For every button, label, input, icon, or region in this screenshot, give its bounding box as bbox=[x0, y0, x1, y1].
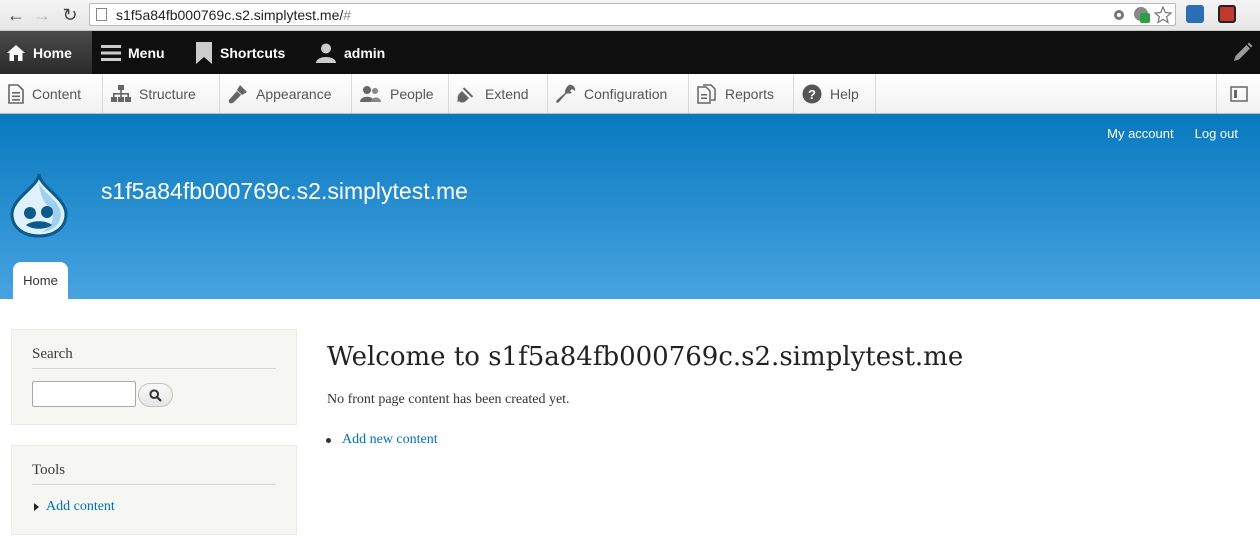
sitemap-icon bbox=[111, 84, 131, 102]
url-host: s1f5a84fb000769c.s2.simplytest.me/ bbox=[116, 7, 344, 23]
wrench-icon bbox=[556, 84, 576, 103]
menu-item-structure-label: Structure bbox=[139, 85, 196, 102]
list-item: Add new content bbox=[326, 432, 438, 448]
pencil-icon bbox=[1234, 42, 1253, 61]
toolbar-user-label: admin bbox=[344, 44, 386, 61]
add-new-content-link[interactable]: Add new content bbox=[342, 432, 438, 448]
menu-item-help-label: Help bbox=[830, 85, 859, 102]
toolbar-shortcuts[interactable]: Shortcuts bbox=[195, 31, 285, 74]
menu-item-configuration[interactable]: Configuration bbox=[548, 74, 689, 113]
tray-orientation-toggle[interactable] bbox=[1216, 74, 1260, 113]
settings-icon[interactable] bbox=[1111, 7, 1127, 23]
search-block: Search bbox=[11, 329, 297, 425]
back-icon[interactable]: ← bbox=[4, 3, 28, 27]
browser-toolbar: ← → ↻ s1f5a84fb000769c.s2.simplytest.me/… bbox=[0, 0, 1260, 31]
tools-block: Tools Add content bbox=[11, 445, 297, 535]
document-icon bbox=[8, 83, 24, 104]
toolbar-user[interactable]: admin bbox=[315, 31, 385, 74]
menu-item-configuration-label: Configuration bbox=[584, 85, 668, 102]
menu-item-reports-label: Reports bbox=[725, 85, 775, 102]
secondary-menu: My account Log out bbox=[1107, 126, 1238, 141]
page-icon bbox=[96, 8, 107, 21]
my-account-link[interactable]: My account bbox=[1107, 126, 1173, 141]
menu-item-reports[interactable]: Reports bbox=[689, 74, 794, 113]
menu-item-extend[interactable]: Extend bbox=[449, 74, 548, 113]
reports-icon bbox=[697, 83, 716, 104]
menu-item-structure[interactable]: Structure bbox=[103, 74, 220, 113]
drupal-drop-logo bbox=[10, 173, 68, 238]
tools-list-item: Add content bbox=[34, 499, 115, 515]
site-header: My account Log out s1f5a84fb000769c.s2.s… bbox=[0, 114, 1260, 299]
page-title: Welcome to s1f5a84fb000769c.s2.simplytes… bbox=[327, 342, 964, 372]
toolbar-home[interactable]: Home bbox=[0, 31, 92, 74]
toolbar-shortcuts-label: Shortcuts bbox=[220, 44, 286, 61]
menu-item-content-label: Content bbox=[32, 85, 82, 102]
tools-block-title: Tools bbox=[32, 462, 276, 485]
user-icon bbox=[316, 43, 336, 63]
bookmark-icon bbox=[196, 41, 212, 64]
url-text[interactable]: s1f5a84fb000769c.s2.simplytest.me/# bbox=[116, 7, 351, 23]
site-name[interactable]: s1f5a84fb000769c.s2.simplytest.me bbox=[101, 178, 468, 205]
star-icon[interactable] bbox=[1154, 6, 1172, 24]
screen-capture-icon[interactable] bbox=[1186, 5, 1204, 23]
people-icon bbox=[360, 85, 381, 102]
menu-item-people[interactable]: People bbox=[352, 74, 449, 113]
search-block-title: Search bbox=[32, 346, 276, 369]
forward-icon[interactable]: → bbox=[30, 3, 54, 27]
menu-item-content[interactable]: Content bbox=[0, 74, 103, 113]
bullet-icon bbox=[326, 437, 331, 443]
svg-text:?: ? bbox=[808, 87, 816, 102]
toolbar-menu-label: Menu bbox=[128, 44, 165, 61]
search-button[interactable] bbox=[138, 383, 173, 407]
search-input[interactable] bbox=[32, 381, 136, 407]
paintbrush-icon bbox=[228, 84, 247, 103]
bullet-arrow-icon bbox=[34, 503, 39, 511]
sidebar-toggle-icon bbox=[1229, 85, 1248, 102]
extension-badge-icon[interactable] bbox=[1133, 6, 1151, 24]
menu-item-appearance-label: Appearance bbox=[256, 85, 332, 102]
menu-item-help[interactable]: ? Help bbox=[794, 74, 876, 113]
edit-mode-button[interactable] bbox=[1224, 31, 1260, 74]
menu-item-appearance[interactable]: Appearance bbox=[220, 74, 352, 113]
admin-toolbar: Home Menu Shortcuts admin bbox=[0, 31, 1260, 74]
url-hash: # bbox=[343, 7, 352, 23]
menu-item-people-label: People bbox=[390, 85, 434, 102]
toolbar-menu[interactable]: Menu bbox=[101, 31, 165, 74]
address-bar[interactable]: s1f5a84fb000769c.s2.simplytest.me/# bbox=[89, 3, 1176, 26]
add-content-link[interactable]: Add content bbox=[46, 499, 115, 515]
tab-home[interactable]: Home bbox=[13, 262, 68, 299]
empty-front-page-text: No front page content has been created y… bbox=[327, 392, 570, 407]
menu-item-extend-label: Extend bbox=[485, 85, 529, 102]
reload-icon[interactable]: ↻ bbox=[58, 3, 82, 27]
site-logo[interactable] bbox=[8, 172, 70, 243]
log-out-link[interactable]: Log out bbox=[1195, 126, 1238, 141]
plug-icon bbox=[457, 86, 474, 102]
toolbar-home-label: Home bbox=[33, 44, 72, 61]
help-icon: ? bbox=[802, 84, 822, 103]
admin-menu-tray: Content Structure Appearance People Exte… bbox=[0, 74, 1260, 114]
search-icon bbox=[149, 388, 162, 402]
extension-s-icon[interactable] bbox=[1218, 5, 1236, 23]
hamburger-icon bbox=[101, 44, 121, 61]
home-icon bbox=[7, 44, 25, 61]
